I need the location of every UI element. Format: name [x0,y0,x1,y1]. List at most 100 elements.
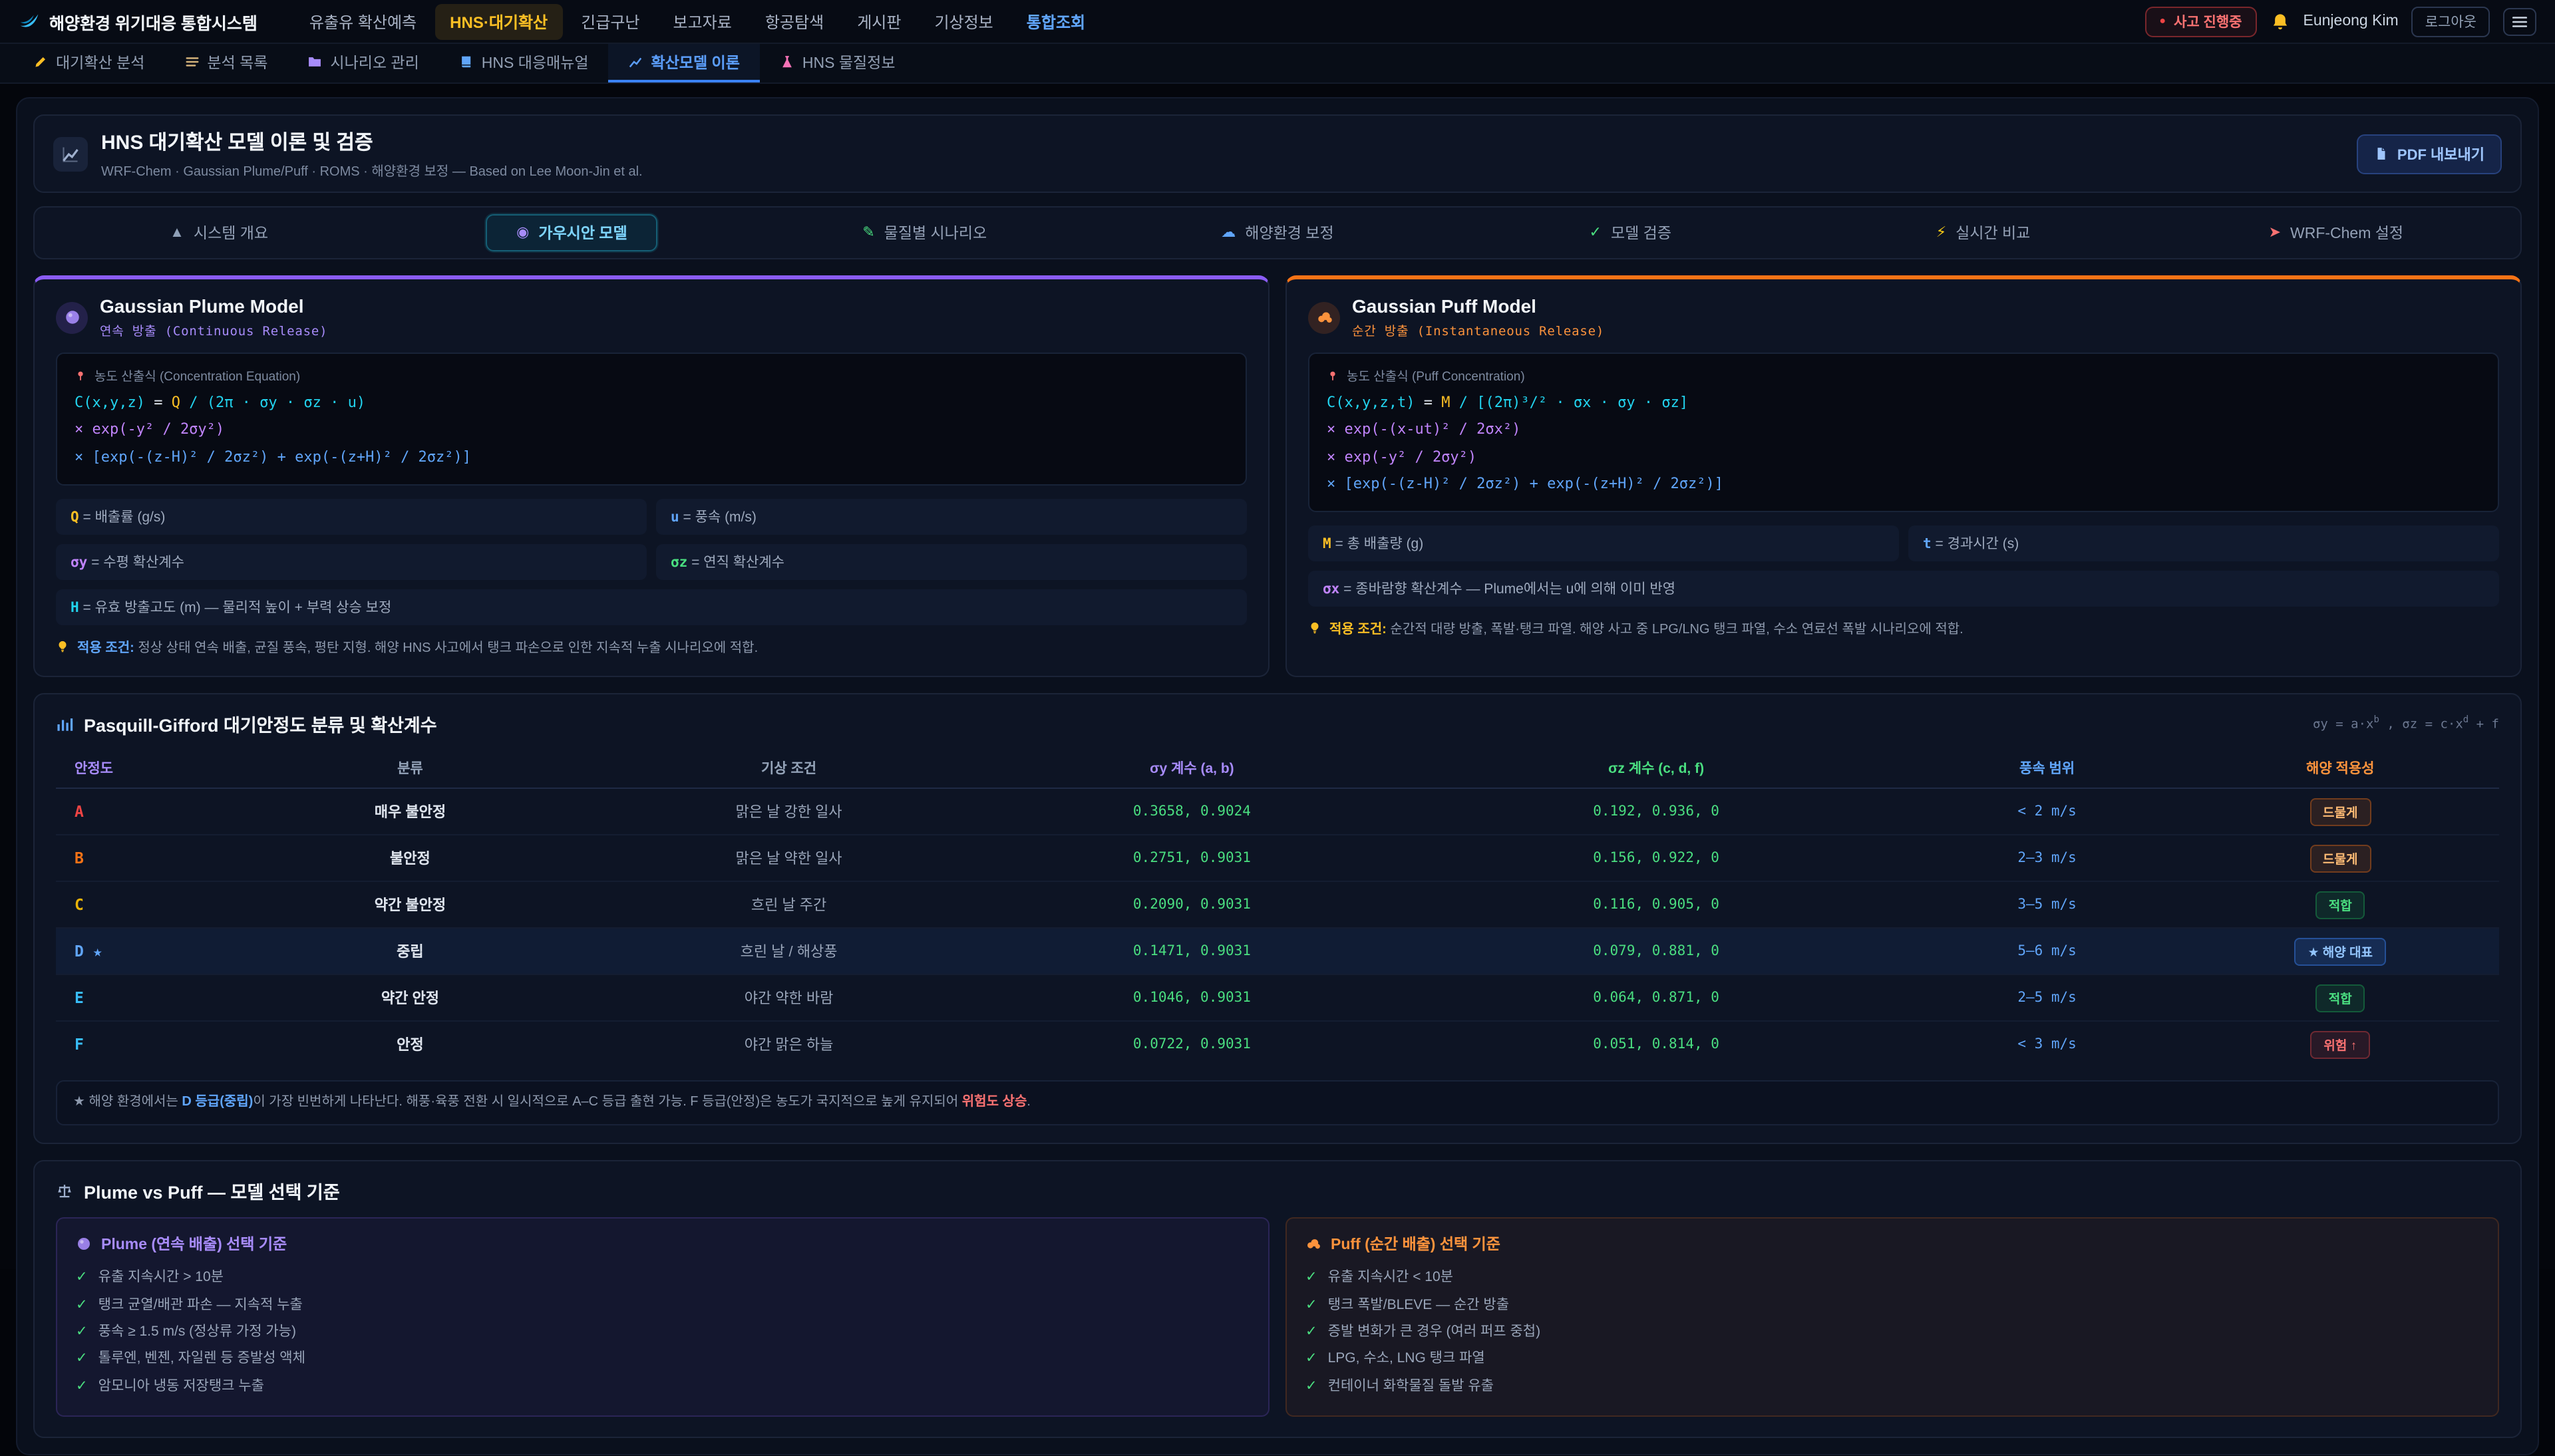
list-icon [184,55,199,69]
puff-param-1: t = 경과시간 (s) [1908,526,2499,562]
criteria-item: ✓탱크 균열/배관 파손 — 지속적 누출 [76,1291,1250,1318]
criteria-text: 유출 지속시간 > 10분 [98,1264,224,1291]
plume-equation-label: 농도 산출식 (Concentration Equation) [94,366,300,384]
check-icon: ✓ [1590,225,1602,240]
content-shell: HNS 대기확산 모델 이론 및 검증 WRF-Chem · Gaussian … [16,97,2539,1456]
nav-item-integrated-search[interactable]: 통합조회 [1012,3,1100,39]
pencil-icon [33,55,48,69]
suitability-badge: 드물게 [2309,798,2371,825]
section-tab-gaussian-model[interactable]: ◉가우시안 모델 [486,214,658,251]
user-name[interactable]: Eunjeong Kim [2303,13,2399,29]
equation-part: / (2π · σy · σz · u) [180,394,365,411]
gaussian-puff-card: Gaussian Puff Model 순간 방출 (Instantaneous… [1285,275,2522,677]
section-tab-wrf-chem-settings[interactable]: ➤WRF-Chem 설정 [2238,214,2435,251]
sigma-y-cell: 0.3658, 0.9024 [984,788,1399,835]
equation-part: × exp(-y² / 2σy²) [75,421,224,438]
equation-part: / [(2π)³/² · σx · σy · σz] [1450,394,1688,411]
equation-part: × exp(-(x-ut)² / 2σx²) [1327,421,1520,438]
stability-row-F: F안정야간 맑은 하늘0.0722, 0.90310.051, 0.814, 0… [56,1021,2499,1067]
nav-item-reports[interactable]: 보고자료 [659,3,747,39]
puff-model-icon [1308,301,1340,333]
criteria-item: ✓컨테이너 화학물질 돌발 유출 [1305,1373,2479,1400]
puff-criteria-list: ✓유출 지속시간 < 10분✓탱크 폭발/BLEVE — 순간 방출✓증발 변화… [1305,1264,2479,1400]
topnav-right: ● 사고 진행중 Eunjeong Kim 로그아웃 [2144,6,2536,37]
subtab-scenario-management[interactable]: 시나리오 관리 [287,44,438,82]
param-desc: = 경과시간 (s) [1932,537,2019,553]
section-tab-realtime-comparison[interactable]: ⚡실시간 비교 [1906,214,2061,251]
top-navigation: 해양환경 위기대응 통합시스템 유출유 확산예측HNS·대기확산긴급구난보고자료… [0,0,2555,44]
plume-param-3: σz = 연직 확산계수 [656,544,1247,580]
subtab-diffusion-model-theory[interactable]: 확산모델 이론 [609,44,760,82]
plume-param-4: H = 유효 방출고도 (m) — 물리적 높이 + 부력 상승 보정 [56,589,1247,625]
bulb-icon [56,639,69,653]
weather-cell: 흐린 날 주간 [594,881,985,928]
pdf-export-button[interactable]: PDF 내보내기 [2357,134,2502,174]
subtab-hns-response-manual[interactable]: HNS 대응매뉴얼 [439,44,609,82]
puff-equation-label-row: 농도 산출식 (Puff Concentration) [1327,366,2480,384]
notification-bell-icon[interactable] [2270,11,2290,31]
plume-param-1: u = 풍속 (m/s) [656,499,1247,535]
puff-note-text-wrap: 적용 조건: 순간적 대량 방출, 폭발·탱크 파열. 해양 사고 중 LPG/… [1329,621,1963,641]
subtab-label: 대기확산 분석 [56,51,144,73]
param-desc: = 총 배출량 (g) [1331,537,1424,553]
pdf-export-label: PDF 내보내기 [2397,143,2484,164]
puff-equation-label: 농도 산출식 (Puff Concentration) [1347,366,1525,384]
nav-item-aerial-search[interactable]: 항공탐색 [751,3,838,39]
flask-icon [780,55,794,69]
incident-status-badge[interactable]: ● 사고 진행중 [2144,6,2256,37]
criteria-item: ✓암모니아 냉동 저장탱크 누출 [76,1373,1250,1400]
section-tab-cell: ▲시스템 개요 [43,214,395,251]
sigma-y-cell: 0.1046, 0.9031 [984,974,1399,1021]
table-card-title-row: Pasquill-Gifford 대기안정도 분류 및 확산계수 [56,710,437,737]
app-root: 해양환경 위기대응 통합시스템 유출유 확산예측HNS·대기확산긴급구난보고자료… [0,0,2555,1268]
grade-cell: E [56,974,227,1021]
check-icon: ✓ [1305,1373,1317,1400]
selection-card-title: Plume vs Puff — 모델 선택 기준 [84,1177,340,1204]
selection-panels: Plume (연속 배출) 선택 기준 ✓ 유출 지속시간 > 10분✓탱크 균열… [56,1217,2499,1417]
section-tab-substance-scenarios[interactable]: ✎물질별 시나리오 [832,214,1017,251]
stability-row-C: C약간 불안정흐린 날 주간0.2090, 0.90310.116, 0.905… [56,881,2499,928]
column-header: 기상 조건 [594,749,985,788]
subtab-analysis-list[interactable]: 분석 목록 [164,44,287,82]
menu-icon[interactable] [2503,7,2536,35]
bulb-icon [1308,621,1321,635]
section-tab-marine-correction[interactable]: ☁해양환경 보정 [1190,214,1364,251]
column-header: σz 계수 (c, d, f) [1400,749,1913,788]
subtab-atmospheric-analysis[interactable]: 대기확산 분석 [13,44,164,82]
section-tab-cell: ◉가우시안 모델 [395,214,748,251]
plume-equation-line-2: × [exp(-(z-H)² / 2σz²) + exp(-(z+H)² / 2… [75,444,1228,471]
criteria-item: ✓증발 변화가 큰 경우 (여러 퍼프 중첩) [1305,1318,2479,1346]
pin-icon [1327,369,1339,381]
suitability-badge: 드물게 [2309,844,2371,872]
plume-param-2: σy = 수평 확산계수 [56,544,647,580]
rocket-icon: ➤ [2269,225,2281,240]
footnote-part: D 등급(중립) [182,1095,253,1109]
nav-item-board[interactable]: 게시판 [842,3,916,39]
weather-cell: 맑은 날 약한 일사 [594,835,985,881]
logout-button[interactable]: 로그아웃 [2412,6,2490,37]
nav-item-hns-atmospheric[interactable]: HNS·대기확산 [435,3,562,39]
plume-criteria-title-row: Plume (연속 배출) 선택 기준 [76,1233,1250,1254]
suitability-cell: 적합 [2182,974,2499,1021]
param-key: M [1323,537,1331,553]
section-tab-model-validation[interactable]: ✓모델 검증 [1559,214,1702,251]
subtab-label: HNS 물질정보 [802,51,896,73]
subtab-label: 확산모델 이론 [651,51,740,73]
puff-equation-line-1: × exp(-(x-ut)² / 2σx²) [1327,417,2480,444]
plume-equation-line-0: C(x,y,z) = Q / (2π · σy · σz · u) [75,390,1228,417]
app-logo[interactable]: 해양환경 위기대응 통합시스템 [19,9,257,34]
gaussian-plume-card: Gaussian Plume Model 연속 방출 (Continuous R… [33,275,1270,677]
equation-part: C(x,y,z,t) [1327,394,1415,411]
nav-item-oil-spill-prediction[interactable]: 유출유 확산예측 [295,3,431,39]
criteria-text: 톨루엔, 벤젠, 자일렌 등 증발성 액체 [98,1346,305,1373]
stability-row-D: D ★중립흐린 날 / 해상풍0.1471, 0.90310.079, 0.88… [56,928,2499,974]
criteria-text: LPG, 수소, LNG 탱크 파열 [1328,1346,1485,1373]
subtab-hns-substance-info[interactable]: HNS 물질정보 [760,44,916,82]
puff-criteria-title: Puff (순간 배출) 선택 기준 [1331,1233,1500,1254]
section-tab-system-overview[interactable]: ▲시스템 개요 [139,214,299,251]
dispersion-formula-hint: σy = a·xb , σz = c·xd + f [2313,715,2499,732]
column-header: σy 계수 (a, b) [984,749,1399,788]
wind-range-cell: 3–5 m/s [1913,881,2182,928]
nav-item-weather-info[interactable]: 기상정보 [920,3,1007,39]
nav-item-emergency-rescue[interactable]: 긴급구난 [566,3,654,39]
